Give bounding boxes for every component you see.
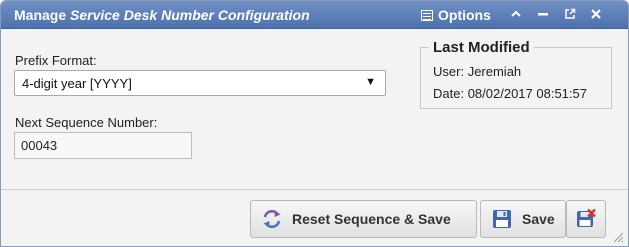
reset-sequence-save-label: Reset Sequence & Save [292, 211, 451, 227]
footer-divider [1, 189, 628, 190]
window-title: Manage Service Desk Number Configuration [14, 7, 310, 23]
save-label: Save [522, 211, 555, 227]
prefix-format-label: Prefix Format: [15, 53, 97, 68]
minimize-icon[interactable] [534, 5, 552, 23]
user-label: User: [433, 64, 465, 79]
last-modified-user: User: Jeremiah [433, 64, 521, 79]
popout-icon[interactable] [561, 5, 579, 23]
resize-grip-icon[interactable] [612, 231, 624, 243]
reset-sequence-save-button[interactable]: Reset Sequence & Save [250, 200, 477, 238]
next-sequence-input[interactable] [14, 132, 192, 159]
user-value: Jeremiah [467, 64, 522, 79]
date-value: 08/02/2017 08:51:57 [467, 86, 587, 101]
save-close-button[interactable] [566, 200, 606, 238]
floppy-disk-close-icon [575, 208, 597, 230]
close-icon[interactable] [587, 5, 605, 23]
chevron-up-icon[interactable] [507, 5, 525, 23]
date-label: Date: [433, 86, 465, 101]
last-modified-heading: Last Modified [429, 39, 534, 56]
next-sequence-label: Next Sequence Number: [15, 115, 158, 130]
window-title-prefix: Manage [14, 7, 67, 23]
options-label: Options [438, 7, 491, 23]
prefix-format-select[interactable]: 4-digit year [YYYY] ▼ [14, 70, 386, 96]
title-bar[interactable]: Manage Service Desk Number Configuration… [1, 1, 628, 29]
save-button[interactable]: Save [480, 200, 566, 238]
triangle-down-icon: ▼ [365, 76, 376, 88]
options-menu-button[interactable]: Options [421, 6, 491, 24]
refresh-icon [261, 208, 283, 230]
last-modified-date: Date: 08/02/2017 08:51:57 [433, 86, 587, 101]
manage-config-window: Manage Service Desk Number Configuration… [0, 0, 629, 247]
floppy-disk-icon [491, 208, 513, 230]
prefix-format-value: 4-digit year [YYYY] [22, 76, 132, 91]
window-title-italic: Service Desk Number Configuration [70, 7, 310, 23]
list-icon [421, 9, 433, 21]
